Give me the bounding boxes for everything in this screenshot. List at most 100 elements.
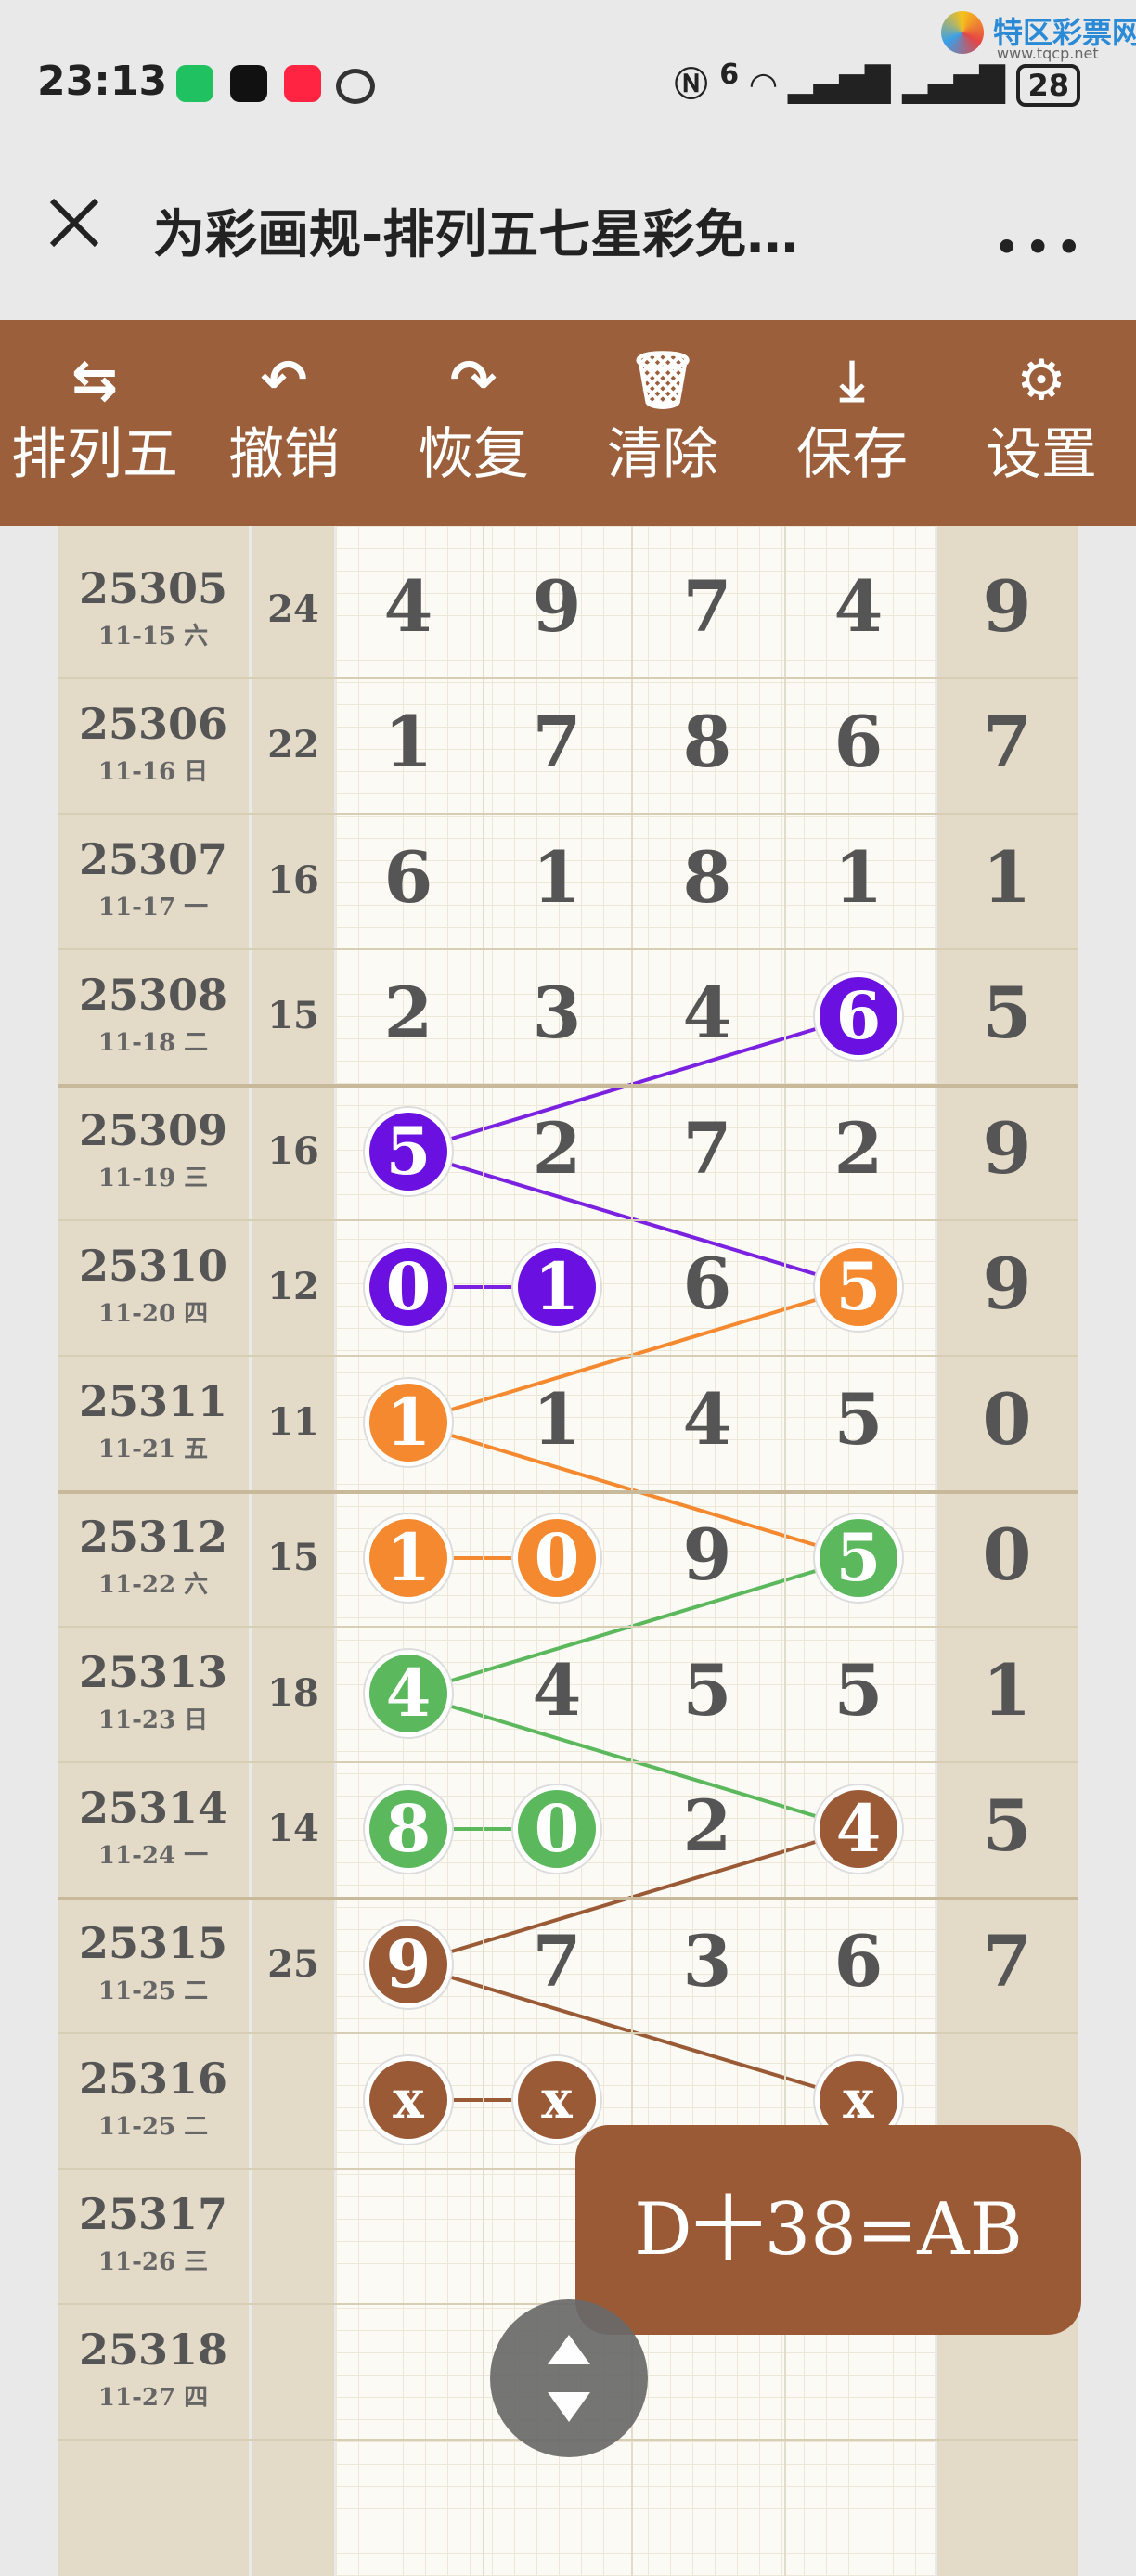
column-divider [483,526,484,2576]
digit-sum: 18 [267,1671,319,1715]
watermark-logo-icon [941,11,984,54]
digit-sum: 15 [267,1536,319,1579]
digit-sum: 16 [267,858,319,902]
issue-date: 11-22 六 [97,1571,209,1599]
marked-digit[interactable]: 5 [820,1248,897,1326]
marked-digit[interactable]: 6 [820,977,897,1055]
digit-cell[interactable]: 4 [652,1378,763,1461]
digit-cell[interactable]: 4 [353,565,464,648]
digit-sum: 12 [267,1265,319,1308]
digit-cell[interactable]: 4 [803,565,914,648]
issue-number: 25306 [78,699,228,749]
switch-game-button[interactable]: ⇆ 排列五 [0,320,189,526]
status-bar: 23:13 Ⓝ 6 ◠ ▂▄▆█ ▂▄▆█ 28 特区彩票网 www.tqcp.… [0,0,1136,167]
clear-button[interactable]: 🗑 清除 [568,320,757,526]
fifth-digit: 9 [982,565,1032,648]
scroll-toggle-button[interactable] [490,2299,648,2457]
signal-icon: ▂▄▆█ [787,66,891,104]
redo-label: 恢复 [418,422,529,487]
issue-date: 11-19 三 [97,1165,209,1192]
digit-sum: 25 [267,1942,319,1986]
save-label: 保存 [796,422,908,487]
marked-digit[interactable]: 1 [369,1519,447,1597]
close-icon[interactable] [46,195,102,251]
marked-digit[interactable]: 1 [518,1248,596,1326]
marked-digit[interactable]: 4 [369,1655,447,1732]
watermark-url: www.tqcp.net [997,45,1099,62]
tiktok-icon [230,65,267,102]
digit-cell[interactable]: 1 [501,1378,613,1461]
fifth-digit: 5 [982,1784,1032,1867]
digit-cell[interactable]: 1 [353,701,464,783]
nfc-icon: Ⓝ [674,66,708,104]
digit-sum: 14 [267,1807,319,1850]
issue-number: 25316 [78,2054,228,2104]
digit-cell[interactable]: 8 [652,701,763,783]
save-button[interactable]: ⤓ 保存 [757,320,947,526]
digit-sum: 16 [267,1129,319,1173]
digit-cell[interactable]: 7 [501,701,613,783]
network-type: 6 [719,58,740,91]
marked-digit[interactable]: 0 [518,1790,596,1868]
marked-digit[interactable]: x [369,2061,447,2139]
issue-number: 25313 [78,1647,228,1697]
marked-digit[interactable]: 5 [369,1113,447,1191]
redo-button[interactable]: ↷ 恢复 [379,320,568,526]
digit-cell[interactable]: 7 [501,1920,613,2003]
digit-cell[interactable]: 3 [501,972,613,1054]
digit-cell[interactable]: 5 [652,1649,763,1732]
digit-cell[interactable]: 9 [501,565,613,648]
marked-digit[interactable]: 8 [369,1790,447,1868]
marked-digit[interactable]: 4 [820,1790,897,1868]
digit-cell[interactable]: 2 [353,972,464,1054]
settings-label: 设置 [986,422,1097,487]
digit-cell[interactable]: 7 [652,1107,763,1190]
digit-cell[interactable]: 6 [803,1920,914,2003]
marked-digit[interactable]: 5 [820,1519,897,1597]
marked-digit[interactable]: 0 [369,1248,447,1326]
clear-label: 清除 [607,422,718,487]
digit-cell[interactable]: 4 [652,972,763,1054]
digit-cell[interactable]: 2 [803,1107,914,1190]
fifth-digit: 0 [982,1513,1032,1596]
digit-cell[interactable]: 4 [501,1649,613,1732]
issue-number: 25308 [78,970,228,1020]
issue-number: 25318 [78,2325,228,2375]
digit-cell[interactable]: 7 [652,565,763,648]
row-divider [58,1355,1078,1357]
switch-game-label: 排列五 [11,422,178,487]
digit-cell[interactable]: 8 [652,836,763,919]
digit-cell[interactable]: 6 [652,1243,763,1325]
row-divider [58,1626,1078,1628]
settings-button[interactable]: ⚙ 设置 [947,320,1136,526]
digit-cell[interactable]: 1 [501,836,613,919]
digit-cell[interactable]: 9 [652,1513,763,1596]
marked-digit[interactable]: 0 [518,1519,596,1597]
digit-cell[interactable]: 6 [803,701,914,783]
more-menu-icon[interactable]: ••• [993,221,1086,275]
toolbar: ⇆ 排列五 ↶ 撤销 ↷ 恢复 🗑 清除 ⤓ 保存 ⚙ 设置 [0,320,1136,526]
digit-cell[interactable]: 6 [353,836,464,919]
marked-digit[interactable]: 9 [369,1926,447,2003]
digit-cell[interactable]: 5 [803,1378,914,1461]
trash-icon: 🗑 [626,348,699,413]
row-divider [58,2032,1078,2034]
digit-cell[interactable]: 3 [652,1920,763,2003]
digit-cell[interactable]: 5 [803,1649,914,1732]
issue-date: 11-16 日 [97,758,209,786]
fifth-digit: 7 [982,1920,1032,2003]
download-icon: ⤓ [839,348,865,413]
eye-icon [336,69,375,104]
digit-sum: 15 [267,994,319,1037]
marked-digit[interactable]: x [518,2061,596,2139]
digit-cell[interactable]: 2 [652,1784,763,1867]
clock: 23:13 [37,58,168,105]
digit-cell[interactable]: 1 [803,836,914,919]
issue-number: 25314 [78,1783,228,1833]
digit-cell[interactable]: 2 [501,1107,613,1190]
marked-digit[interactable]: 1 [369,1384,447,1462]
row-divider [58,813,1078,815]
undo-button[interactable]: ↶ 撤销 [189,320,379,526]
issue-date: 11-25 二 [97,2113,209,2141]
formula-badge[interactable]: D十38=AB [575,2125,1081,2335]
